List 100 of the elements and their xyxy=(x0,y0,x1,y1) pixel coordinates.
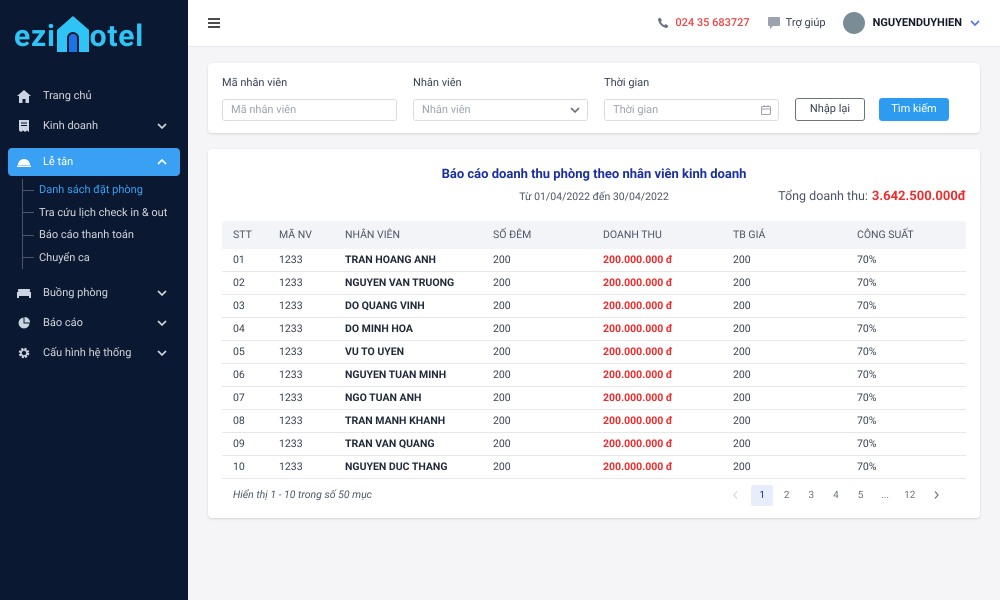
table-cell-text: 200 xyxy=(733,298,752,314)
logo-text: otel xyxy=(90,22,144,52)
column-header: STT xyxy=(233,226,253,243)
page-button[interactable]: 3 xyxy=(800,484,822,506)
sidebar-item[interactable]: Báo cáo xyxy=(8,309,180,337)
table-cell-text: 09 xyxy=(233,436,246,452)
table-cell-text: 70% xyxy=(857,274,878,291)
table-cell-text: 200 xyxy=(493,320,512,337)
table-cell-text: 200.000.000 đ xyxy=(603,458,674,475)
table-cell-text: 08 xyxy=(233,412,246,429)
table-cell-text: 70% xyxy=(857,252,878,268)
table-cell-text: 200 xyxy=(493,366,512,383)
submenu-item[interactable]: Chuyển ca xyxy=(39,250,90,266)
table-cell-text: 200.000.000 đ xyxy=(603,390,674,406)
table-cell-text: VU TO UYEN xyxy=(345,344,406,360)
column-header: TB GIÁ xyxy=(733,226,766,243)
report-title: Báo cáo doanh thu phòng theo nhân viên kinh doanh xyxy=(442,166,746,184)
menu-icon[interactable] xyxy=(208,18,220,28)
table-cell-text: 200.000.000 đ xyxy=(603,412,674,429)
table-cell-text: 200 xyxy=(493,458,512,475)
input-field[interactable]: Mã nhân viên xyxy=(222,98,397,120)
page-button[interactable]: 1 xyxy=(751,484,774,506)
report-period: Từ 01/04/2022 đến 30/04/2022 xyxy=(519,189,669,205)
sidebar-item[interactable]: Trang chủ xyxy=(8,82,180,110)
table-cell-text: 1233 xyxy=(279,458,304,475)
submenu-item[interactable]: Tra cứu lịch check in & out xyxy=(39,204,168,221)
table-cell-text: 1233 xyxy=(279,274,304,291)
settings-icon xyxy=(18,347,30,359)
table-cell-text: 1233 xyxy=(279,344,304,360)
reset-button[interactable]: Nhập lại xyxy=(795,98,865,120)
table-cell-text: 02 xyxy=(233,274,246,291)
page-button[interactable]: ... xyxy=(874,484,896,506)
chevron-icon xyxy=(570,106,580,112)
table-cell-text: 200 xyxy=(493,436,512,452)
table-cell-text: TRAN VAN QUANG xyxy=(345,436,436,452)
page-button[interactable]: 12 xyxy=(898,484,921,506)
table-cell-text: NGUYEN TUAN MINH xyxy=(345,366,448,383)
phone-number: 024 35 683727 xyxy=(675,14,750,31)
submenu-item[interactable]: Báo cáo thanh toán xyxy=(39,227,134,244)
table-cell-text: TRAN HOANG ANH xyxy=(345,252,437,268)
table-cell-text: 1233 xyxy=(279,252,304,268)
table-cell-text: 70% xyxy=(857,436,878,452)
table-cell-text: TRAN MANH KHANH xyxy=(345,412,446,429)
table-cell-text: 200 xyxy=(493,298,512,314)
field-label: Nhân viên xyxy=(413,75,463,91)
sidebar-item[interactable]: Cấu hình hệ thống xyxy=(8,339,180,367)
logo-text: ezi xyxy=(14,22,56,52)
table-cell-text: 05 xyxy=(233,344,246,360)
house-logo-icon xyxy=(56,16,89,52)
table-cell-text: 1233 xyxy=(279,390,304,406)
column-header: DOANH THU xyxy=(603,226,663,243)
table-cell-text: 200.000.000 đ xyxy=(603,298,674,314)
table-cell-text: 06 xyxy=(233,366,246,383)
page-button[interactable]: 4 xyxy=(824,484,847,506)
select-field[interactable]: Nhân viên xyxy=(413,98,588,120)
table-cell-text: 1233 xyxy=(279,412,304,429)
help-link[interactable]: Trợ giúp xyxy=(786,14,826,32)
table-cell-text: DO QUANG VINH xyxy=(345,298,426,314)
chevron-icon xyxy=(970,20,980,26)
pagination-summary: Hiển thị 1 - 10 trong số 50 mục xyxy=(233,487,374,504)
table-cell-text: 1233 xyxy=(279,366,304,383)
table-cell-text: 200 xyxy=(733,366,752,383)
page-button[interactable]: 2 xyxy=(776,484,798,506)
table-cell-text: 200 xyxy=(733,458,752,475)
page-button[interactable]: 5 xyxy=(850,484,872,506)
field-label: Thời gian xyxy=(604,75,650,91)
service-bell-icon xyxy=(17,157,31,167)
next-page-icon[interactable] xyxy=(934,491,938,500)
table-cell-text: 200 xyxy=(733,344,752,360)
table-cell-text: 70% xyxy=(857,458,878,475)
table-cell-text: NGUYEN DUC THANG xyxy=(345,458,448,475)
table-cell-text: 200 xyxy=(733,320,752,337)
table-cell-text: 70% xyxy=(857,320,878,337)
column-header: CÔNG SUẤT xyxy=(857,226,915,243)
avatar xyxy=(842,12,865,34)
date-field[interactable]: Thời gian xyxy=(604,98,779,120)
help-chat-icon xyxy=(768,17,780,29)
table-cell-text: 200 xyxy=(733,436,752,452)
column-header: NHÂN VIÊN xyxy=(345,226,402,243)
table-cell-text: 200.000.000 đ xyxy=(603,436,674,452)
column-header: SỐ ĐÊM xyxy=(493,226,532,243)
table-cell-text: 200.000.000 đ xyxy=(603,320,674,337)
sidebar-item[interactable]: Buồng phòng xyxy=(8,279,180,307)
table-cell-text: 70% xyxy=(857,390,878,406)
table-cell-text: 200.000.000 đ xyxy=(603,252,674,268)
table-cell-text: NGO TUAN ANH xyxy=(345,390,422,406)
receipt-icon xyxy=(19,120,29,132)
table-cell-text: 10 xyxy=(233,458,246,475)
calendar-icon xyxy=(761,104,771,114)
sidebar-item[interactable]: Kinh doanh xyxy=(8,112,180,140)
table-cell-text: 70% xyxy=(857,344,878,360)
user-name[interactable]: NGUYENDUYHIEN xyxy=(872,14,962,32)
table-cell-text: 200 xyxy=(493,412,512,429)
table-cell-text: 01 xyxy=(233,252,246,268)
table-cell-text: 200.000.000 đ xyxy=(603,344,674,360)
table-cell-text: 70% xyxy=(857,412,878,429)
submenu-item[interactable]: Danh sách đặt phòng xyxy=(39,182,143,198)
table-cell-text: NGUYEN VAN TRUONG xyxy=(345,274,456,291)
table-cell-text: 200.000.000 đ xyxy=(603,274,674,291)
pie-chart-icon xyxy=(18,317,30,329)
